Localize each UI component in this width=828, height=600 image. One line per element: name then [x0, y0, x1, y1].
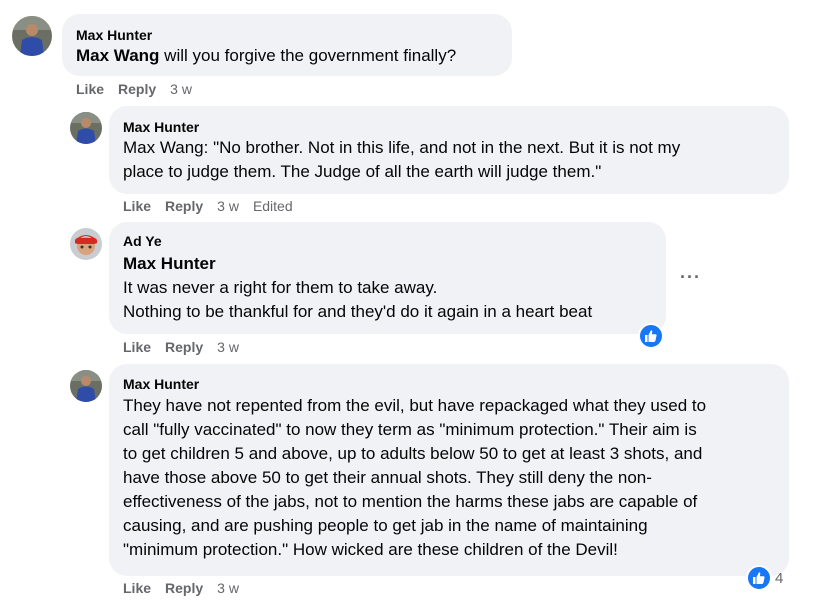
reaction-summary[interactable]: 4 — [746, 565, 783, 591]
comment-author[interactable]: Max Hunter — [123, 375, 199, 393]
comment-line: Nothing to be thankful for and they'd do… — [123, 302, 593, 321]
comment-line: place to judge them. The Judge of all th… — [123, 162, 602, 181]
edited-label[interactable]: Edited — [253, 198, 293, 214]
comment-bubble-3: Ad Ye Max Hunter It was never a right fo… — [109, 222, 666, 334]
comment-line: call "fully vaccinated" to now they term… — [123, 420, 697, 439]
more-options-button[interactable]: ··· — [680, 268, 701, 286]
reply-button[interactable]: Reply — [165, 580, 203, 596]
comment-actions: Like Reply 3 w — [76, 80, 206, 98]
avatar-max-hunter[interactable] — [70, 112, 102, 144]
like-reaction-icon[interactable] — [638, 323, 664, 349]
comment-text: Max Wang will you forgive the government… — [76, 46, 457, 65]
comment-line: causing, and are pushing people to get j… — [123, 516, 648, 535]
mention-link[interactable]: Max Hunter — [123, 252, 592, 276]
comment-author[interactable]: Max Hunter — [123, 118, 199, 136]
like-button[interactable]: Like — [123, 198, 151, 214]
timestamp[interactable]: 3 w — [170, 81, 192, 97]
comment-actions: Like Reply 3 w Edited — [123, 197, 307, 215]
like-button[interactable]: Like — [123, 339, 151, 355]
comment-line: "minimum protection." How wicked are the… — [123, 540, 618, 559]
avatar-ad-ye[interactable] — [70, 228, 102, 260]
comment-text: They have not repented from the evil, bu… — [123, 394, 706, 562]
mention-link[interactable]: Max Wang — [76, 46, 159, 65]
comment-line: It was never a right for them to take aw… — [123, 278, 438, 297]
reply-button[interactable]: Reply — [165, 339, 203, 355]
comment-actions: Like Reply 3 w — [123, 579, 253, 597]
timestamp[interactable]: 3 w — [217, 339, 239, 355]
comment-bubble-2: Max Hunter Max Wang: "No brother. Not in… — [109, 106, 789, 194]
timestamp[interactable]: 3 w — [217, 580, 239, 596]
timestamp[interactable]: 3 w — [217, 198, 239, 214]
reply-button[interactable]: Reply — [165, 198, 203, 214]
like-reaction-icon — [746, 565, 772, 591]
comment-actions: Like Reply 3 w — [123, 338, 253, 356]
comment-line: have those above 50 to get their annual … — [123, 468, 652, 487]
comment-author[interactable]: Max Hunter — [76, 26, 152, 44]
like-button[interactable]: Like — [123, 580, 151, 596]
comment-line: effectiveness of the jabs, not to mentio… — [123, 492, 698, 511]
comment-bubble-1: Max Hunter Max Wang will you forgive the… — [62, 14, 512, 76]
comment-bubble-4: Max Hunter They have not repented from t… — [109, 364, 789, 576]
reply-button[interactable]: Reply — [118, 81, 156, 97]
comment-line: Max Wang: "No brother. Not in this life,… — [123, 138, 681, 157]
comment-text: Max Hunter It was never a right for them… — [123, 252, 592, 324]
reaction-count: 4 — [775, 569, 784, 587]
avatar-max-hunter[interactable] — [70, 370, 102, 402]
comment-text: Max Wang: "No brother. Not in this life,… — [123, 136, 680, 184]
comment-line: They have not repented from the evil, bu… — [123, 396, 707, 415]
comment-line: to get children 5 and above, up to adult… — [123, 444, 703, 463]
avatar-max-hunter[interactable] — [12, 16, 52, 56]
like-button[interactable]: Like — [76, 81, 104, 97]
comment-author[interactable]: Ad Ye — [123, 232, 162, 250]
